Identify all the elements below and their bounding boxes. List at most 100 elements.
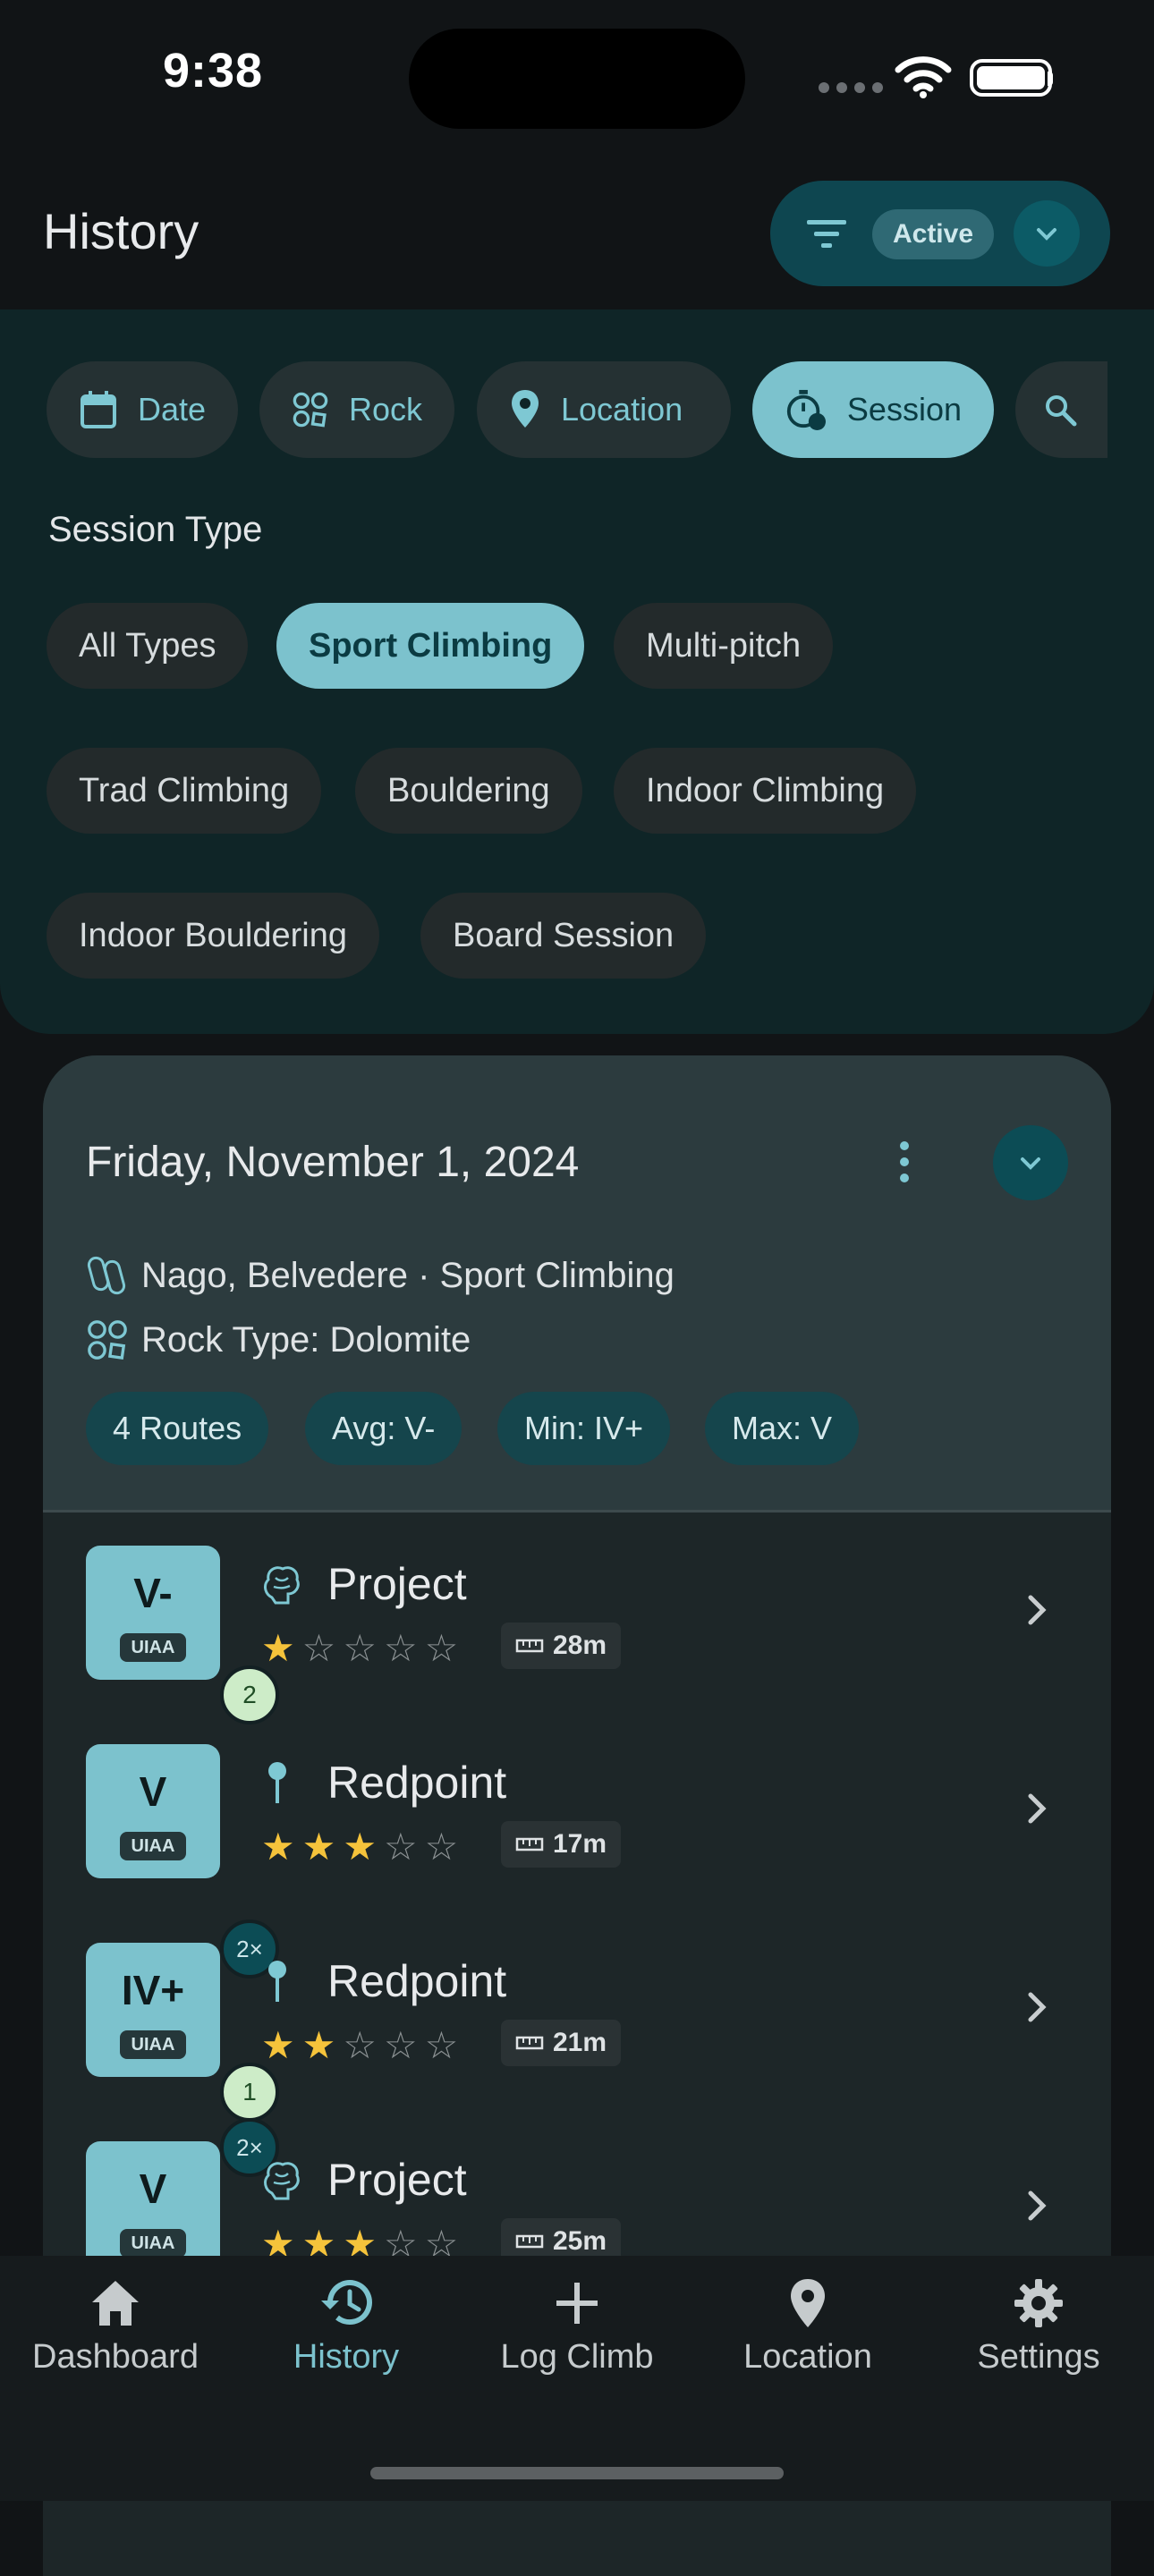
nav-log-climb[interactable]: Log Climb xyxy=(462,2277,692,2377)
route-row[interactable]: V- UIAA 2 Project ★ ☆ ☆ ☆ ☆ 28m xyxy=(43,1546,1111,1744)
nav-history[interactable]: History xyxy=(231,2277,462,2377)
gear-icon xyxy=(1014,2279,1063,2327)
session-type-chip[interactable]: Sport Climbing xyxy=(276,603,585,689)
route-length: 21m xyxy=(501,2020,622,2066)
chevron-right-icon xyxy=(1028,2190,1047,2221)
nav-log-climb-label: Log Climb xyxy=(500,2338,654,2376)
tab-date[interactable]: Date xyxy=(47,361,238,458)
star-icon: ☆ xyxy=(343,2024,377,2066)
collapse-session-button[interactable] xyxy=(993,1125,1068,1200)
carabiner-icon xyxy=(87,1256,126,1295)
nav-dashboard[interactable]: Dashboard xyxy=(0,2277,231,2377)
tab-session[interactable]: Session xyxy=(752,361,994,458)
calendar-icon xyxy=(80,391,116,428)
star-icon: ★ xyxy=(343,1826,377,1868)
filter-icon xyxy=(807,220,846,248)
session-type-chip[interactable]: Trad Climbing xyxy=(47,748,322,834)
chevron-right-icon xyxy=(1028,1595,1047,1625)
brain-icon xyxy=(264,1566,300,1605)
star-icon: ☆ xyxy=(383,1826,418,1868)
stat-max-grade: Max: V xyxy=(705,1392,860,1465)
tab-rock[interactable]: Rock xyxy=(259,361,454,458)
status-time: 9:38 xyxy=(163,44,264,97)
nav-history-label: History xyxy=(293,2338,400,2376)
session-rock-line: Rock Type: Dolomite xyxy=(86,1318,471,1361)
tab-session-label: Session xyxy=(846,391,962,428)
route-type: Project xyxy=(327,1559,467,1609)
star-rating: ★ ☆ ☆ ☆ ☆ xyxy=(261,1630,458,1667)
stat-average-grade: Avg: V- xyxy=(305,1392,462,1465)
stat-route-count: 4 Routes xyxy=(86,1392,269,1465)
stat-min-grade: Min: IV+ xyxy=(497,1392,671,1465)
location-pin-icon xyxy=(512,390,539,428)
wifi-icon xyxy=(895,56,952,98)
star-icon: ★ xyxy=(261,1627,295,1669)
session-type-chip[interactable]: Board Session xyxy=(420,893,707,979)
rock-icon xyxy=(293,392,328,428)
star-icon: ★ xyxy=(301,2024,336,2066)
session-type-chip[interactable]: Indoor Climbing xyxy=(614,748,917,834)
star-icon: ☆ xyxy=(383,2024,418,2066)
tab-date-label: Date xyxy=(137,391,206,428)
ruler-icon xyxy=(515,2234,544,2249)
grade-badge: IV+ UIAA 2× 1 xyxy=(86,1919,279,2122)
page-title: History xyxy=(43,203,199,259)
star-icon: ☆ xyxy=(343,1627,377,1669)
star-rating: ★ ★ ☆ ☆ ☆ xyxy=(261,2027,458,2064)
session-date: Friday, November 1, 2024 xyxy=(86,1139,580,1186)
route-length: 17m xyxy=(501,1821,622,1868)
star-icon: ☆ xyxy=(383,1627,418,1669)
location-pin-icon xyxy=(791,2279,825,2327)
chevron-down-icon xyxy=(1021,1157,1040,1170)
tab-search[interactable] xyxy=(1015,361,1107,458)
route-length-value: 21m xyxy=(553,2028,607,2057)
session-type-label: Session Type xyxy=(48,510,263,549)
tries-badge: 2 xyxy=(220,1665,279,1724)
rock-icon xyxy=(88,1320,127,1360)
filter-expand-button[interactable] xyxy=(1014,200,1080,267)
filter-active-badge: Active xyxy=(872,209,994,259)
star-rating: ★ ★ ★ ☆ ☆ xyxy=(261,1828,458,1866)
route-length-value: 28m xyxy=(553,1631,607,1660)
plus-icon xyxy=(556,2283,598,2324)
ruler-icon xyxy=(515,2036,544,2050)
session-type-chip[interactable]: Indoor Bouldering xyxy=(47,893,379,979)
home-indicator[interactable] xyxy=(370,2467,784,2479)
brain-icon xyxy=(264,2162,300,2200)
nav-dashboard-label: Dashboard xyxy=(32,2338,199,2376)
stopwatch-icon xyxy=(786,389,827,431)
pin-icon xyxy=(268,1961,286,2002)
nav-settings-label: Settings xyxy=(977,2338,1100,2376)
chevron-right-icon xyxy=(1028,1992,1047,2022)
grade-system: UIAA xyxy=(120,2030,186,2059)
session-type-chip[interactable]: Multi-pitch xyxy=(614,603,834,689)
grade-value: IV+ xyxy=(121,1967,185,2013)
star-icon: ☆ xyxy=(424,1627,459,1669)
divider xyxy=(43,1510,1111,1513)
chevron-down-icon xyxy=(1037,228,1056,241)
more-options-icon[interactable] xyxy=(900,1141,909,1182)
session-type-chip[interactable]: All Types xyxy=(47,603,249,689)
pin-icon xyxy=(268,1762,286,1803)
chevron-right-icon xyxy=(1028,1793,1047,1824)
tab-location[interactable]: Location xyxy=(477,361,731,458)
tab-location-label: Location xyxy=(561,391,683,428)
session-rock-text: Rock Type: Dolomite xyxy=(141,1319,471,1360)
session-type-chip[interactable]: Bouldering xyxy=(355,748,582,834)
route-type: Redpoint xyxy=(327,1758,507,1808)
grade-badge: V- UIAA 2 xyxy=(86,1546,279,1724)
grade-badge: V UIAA xyxy=(86,1744,220,1878)
history-icon xyxy=(321,2280,372,2326)
grade-system: UIAA xyxy=(120,2229,186,2258)
nav-location[interactable]: Location xyxy=(692,2277,923,2377)
search-icon xyxy=(1046,395,1077,427)
route-row[interactable]: V UIAA Redpoint ★ ★ ★ ☆ ☆ 17m xyxy=(43,1744,1111,1943)
star-icon: ☆ xyxy=(301,1627,336,1669)
cellular-signal-icon xyxy=(819,82,883,93)
route-type: Redpoint xyxy=(327,1956,507,2006)
route-row[interactable]: IV+ UIAA 2× 1 Redpoint ★ ★ ☆ ☆ ☆ 21m xyxy=(43,1919,1111,2141)
route-length-value: 17m xyxy=(553,1829,607,1859)
nav-settings[interactable]: Settings xyxy=(923,2277,1154,2377)
star-icon: ★ xyxy=(301,1826,336,1868)
grade-value: V- xyxy=(133,1570,173,1616)
